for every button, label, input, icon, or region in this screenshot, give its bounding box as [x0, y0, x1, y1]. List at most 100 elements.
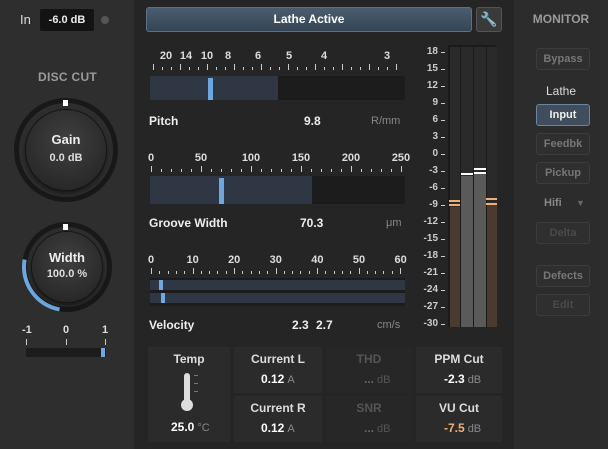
- velocity-tick: [151, 268, 152, 274]
- velocity-tick: [317, 268, 318, 274]
- vu-peak-l-1: [449, 200, 460, 202]
- width-knob[interactable]: Width 100.0 %: [32, 232, 102, 302]
- groove-tick: [231, 169, 232, 172]
- lathe-active-button[interactable]: Lathe Active: [146, 7, 472, 32]
- vu-peak-l-2: [449, 204, 460, 206]
- velocity-meter-fill-r: [150, 293, 405, 303]
- velocity-tick: [184, 271, 186, 274]
- groove-tick: [301, 166, 302, 172]
- velocity-tick: [308, 271, 310, 274]
- balance-tick: [105, 339, 106, 345]
- pitch-tick: [297, 67, 298, 70]
- groove-tick: [211, 169, 212, 172]
- thd-unit: dB: [377, 374, 391, 386]
- velocity-tick: [366, 271, 368, 274]
- current-r-value: 0.12: [261, 421, 285, 435]
- vu-scale-label: -6: [429, 182, 438, 193]
- gain-knob[interactable]: Gain 0.0 dB: [26, 110, 106, 190]
- balance-tick: [66, 339, 67, 345]
- groove-label: Groove Width: [149, 216, 228, 230]
- vu-tick: [441, 69, 445, 70]
- vu-tick: [441, 273, 445, 274]
- width-label: Width: [49, 250, 85, 265]
- vu-tick: [441, 120, 445, 121]
- vu-peak-r-2: [486, 203, 497, 205]
- groove-tick: [331, 169, 332, 172]
- pitch-tick: [288, 64, 289, 70]
- pitch-tick: [225, 67, 226, 70]
- velocity-tick: [350, 271, 352, 274]
- pitch-scale-label: 6: [254, 50, 262, 62]
- velocity-tick: [300, 271, 302, 274]
- vu-tick: [441, 154, 445, 155]
- pitch-tick: [261, 64, 262, 70]
- velocity-tick: [167, 271, 169, 274]
- balance-label-mid: 0: [63, 324, 70, 336]
- groove-tick: [171, 169, 172, 172]
- vu-hold-l: [461, 173, 473, 175]
- gain-knob-indicator: [63, 100, 68, 106]
- vu-scale-label: -21: [423, 267, 438, 278]
- velocity-tick: [192, 268, 194, 274]
- vu-tick: [441, 171, 445, 172]
- wrench-icon[interactable]: 🔧: [476, 7, 502, 32]
- width-value: 100.0 %: [46, 268, 88, 280]
- velocity-scale-label: 0: [147, 254, 155, 266]
- velocity-tick: [250, 271, 252, 274]
- groove-marker[interactable]: [219, 178, 224, 204]
- pitch-tick: [360, 67, 361, 70]
- thermometer-tick: [194, 391, 198, 392]
- thd-label: THD: [356, 352, 382, 366]
- groove-scale-label: 50: [194, 152, 208, 164]
- pitch-tick: [333, 67, 334, 70]
- pitch-scale-label: 4: [320, 50, 328, 62]
- groove-scale-label: 200: [341, 152, 361, 164]
- gain-label: Gain: [51, 132, 81, 147]
- vu-peak-r-1: [486, 198, 497, 200]
- pitch-tick: [315, 64, 316, 70]
- velocity-tick: [283, 271, 285, 274]
- velocity-value-r: 2.7: [316, 318, 333, 332]
- vu-tick: [441, 324, 445, 325]
- vu-bar-l: [461, 176, 473, 327]
- input-gain-field[interactable]: -6.0 dB: [40, 9, 94, 31]
- feedbk-button[interactable]: Feedbk: [536, 133, 590, 155]
- velocity-tick: [159, 271, 161, 274]
- groove-scale-label: 150: [291, 152, 311, 164]
- pitch-tick: [189, 67, 190, 70]
- bypass-button[interactable]: Bypass: [536, 48, 590, 70]
- hifi-select[interactable]: Hifi ▼: [536, 194, 590, 214]
- pitch-marker[interactable]: [208, 78, 213, 100]
- defects-button[interactable]: Defects: [536, 265, 590, 287]
- vu-scale-label: -24: [423, 284, 438, 295]
- vu-tick: [441, 239, 445, 240]
- groove-tick: [381, 169, 382, 172]
- pitch-tick: [270, 67, 271, 70]
- groove-tick: [181, 169, 182, 172]
- pitch-tick: [396, 64, 397, 70]
- vu-tick: [441, 307, 445, 308]
- input-button[interactable]: Input: [536, 104, 590, 126]
- velocity-tick: [325, 271, 327, 274]
- velocity-marker-l[interactable]: [159, 280, 163, 290]
- velocity-marker-r[interactable]: [161, 293, 165, 303]
- velocity-scale-label: 10: [186, 254, 199, 266]
- pitch-tick: [171, 67, 172, 70]
- pitch-tick: [234, 64, 235, 70]
- velocity-scale-label: 40: [311, 254, 324, 266]
- delta-button[interactable]: Delta: [536, 222, 590, 244]
- velocity-tick: [200, 271, 202, 274]
- temp-value: 25.0: [171, 420, 195, 434]
- lathe-label: Lathe: [545, 84, 577, 98]
- balance-marker[interactable]: [101, 348, 105, 357]
- velocity-tick: [292, 271, 294, 274]
- edit-button[interactable]: Edit: [536, 294, 590, 316]
- pickup-button[interactable]: Pickup: [536, 162, 590, 184]
- temp-unit: °C: [197, 422, 210, 434]
- groove-tick: [321, 169, 322, 172]
- groove-tick: [351, 166, 352, 172]
- pitch-tick: [180, 64, 181, 70]
- vu-tick: [441, 256, 445, 257]
- current-r-panel: Current R 0.12 A: [234, 396, 322, 442]
- vu-scale-label: 18: [426, 46, 438, 57]
